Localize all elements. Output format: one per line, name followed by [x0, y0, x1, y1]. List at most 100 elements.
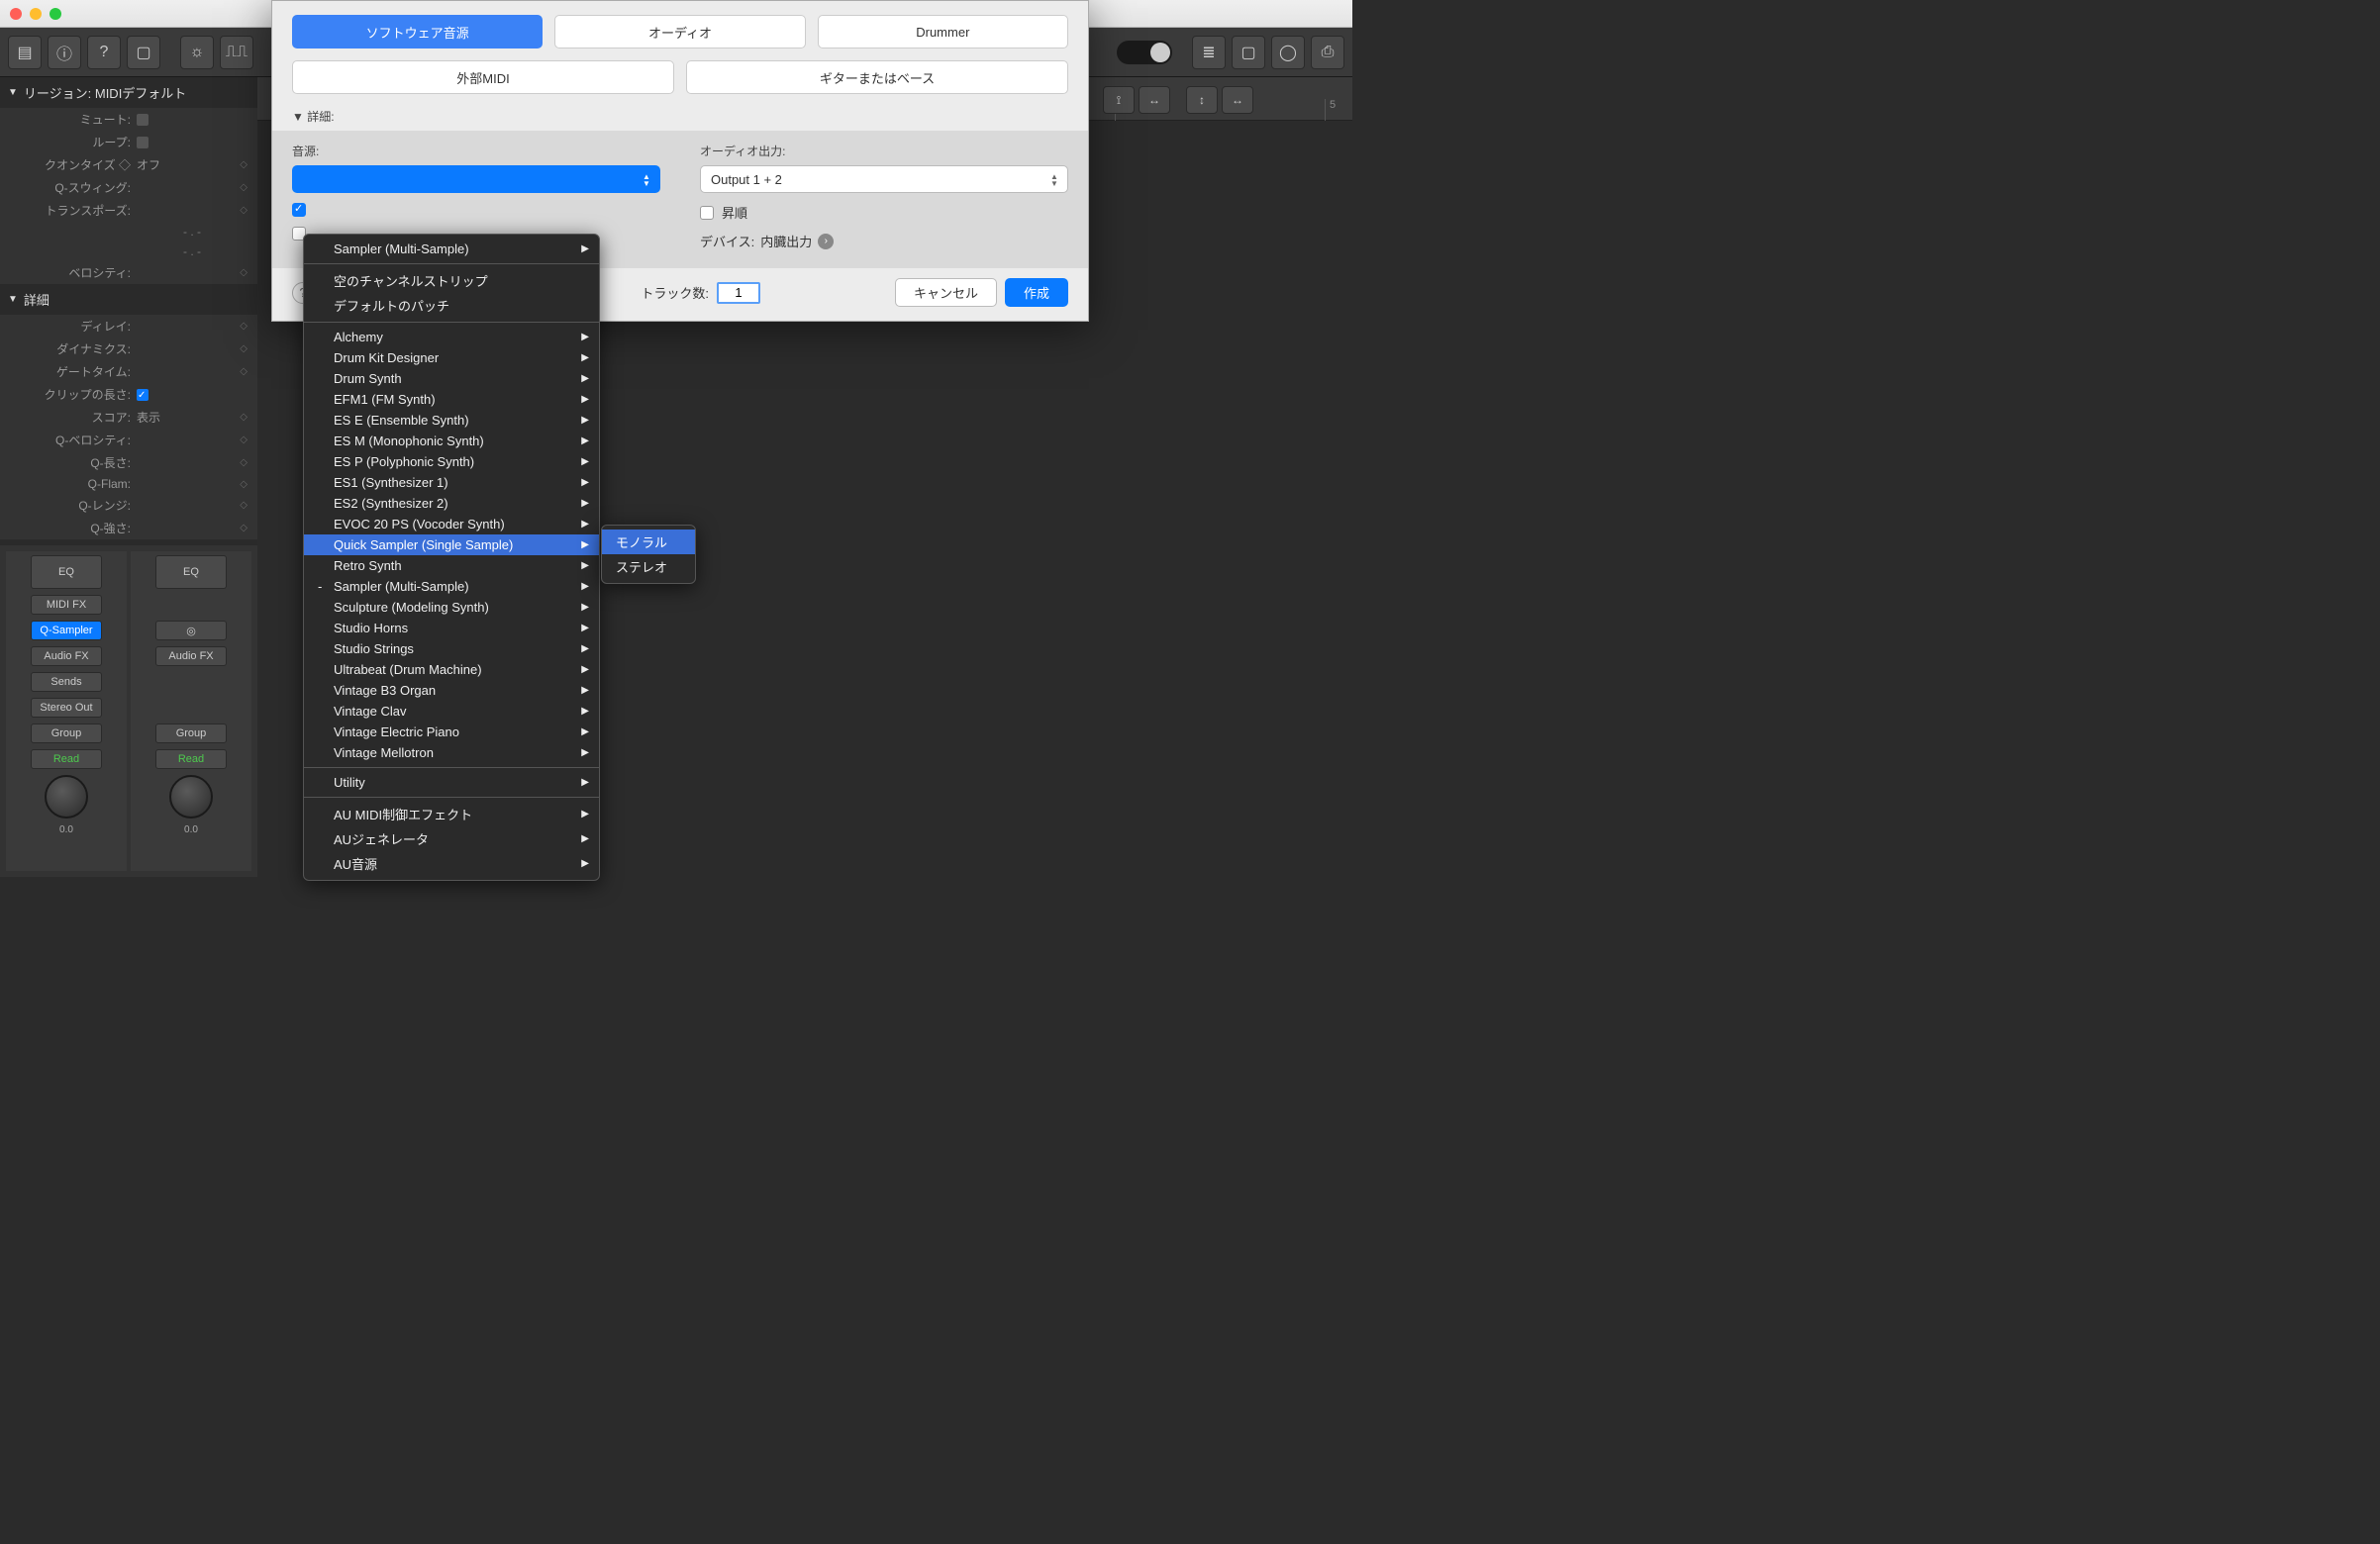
menu-item[interactable]: Quick Sampler (Single Sample)▶: [304, 534, 599, 555]
qvelocity-label: Q-ベロシティ:: [10, 432, 137, 448]
list-button[interactable]: ≣: [1192, 36, 1226, 69]
menu-item[interactable]: Studio Strings▶: [304, 638, 599, 659]
menu-item[interactable]: -Sampler (Multi-Sample)▶: [304, 576, 599, 597]
tab-guitar-bass[interactable]: ギターまたはベース: [686, 60, 1068, 94]
menu-item[interactable]: Vintage Clav▶: [304, 701, 599, 722]
loop-checkbox[interactable]: [137, 137, 149, 148]
group-slot[interactable]: Group: [31, 724, 102, 743]
automation-slot[interactable]: Read: [31, 749, 102, 769]
mute-checkbox[interactable]: [137, 114, 149, 126]
channel-strip-1: EQ MIDI FX Q-Sampler Audio FX Sends Ster…: [6, 551, 127, 871]
menu-item-au-src[interactable]: AU音源▶: [304, 851, 599, 876]
notes-button[interactable]: ▢: [1232, 36, 1265, 69]
menu-item[interactable]: Vintage Mellotron▶: [304, 742, 599, 763]
menu-item[interactable]: Retro Synth▶: [304, 555, 599, 576]
device-go-icon[interactable]: ›: [818, 234, 834, 249]
tracks-count-label: トラック数:: [641, 283, 709, 302]
delay-label: ディレイ:: [10, 318, 137, 335]
automation-slot[interactable]: Read: [155, 749, 227, 769]
output-slot[interactable]: Stereo Out: [31, 698, 102, 718]
pan-knob[interactable]: [45, 775, 88, 819]
menu-item[interactable]: EVOC 20 PS (Vocoder Synth)▶: [304, 514, 599, 534]
mixer-button[interactable]: ⎍⎍: [220, 36, 253, 69]
smart-controls-button[interactable]: ☼: [180, 36, 214, 69]
menu-item[interactable]: Sculpture (Modeling Synth)▶: [304, 597, 599, 618]
menu-item-default-patch[interactable]: デフォルトのパッチ: [304, 293, 599, 318]
submenu-stereo[interactable]: ステレオ: [602, 554, 695, 579]
tab-external-midi[interactable]: 外部MIDI: [292, 60, 674, 94]
hzoom-button[interactable]: ↔: [1139, 86, 1170, 114]
menu-item[interactable]: Sampler (Multi-Sample)▶: [304, 239, 599, 259]
close-icon[interactable]: [10, 8, 22, 20]
menu-item[interactable]: Drum Synth▶: [304, 368, 599, 389]
menu-item[interactable]: Vintage B3 Organ▶: [304, 680, 599, 701]
qswing-label: Q-スウィング:: [10, 179, 137, 196]
menu-item-utility[interactable]: Utility▶: [304, 772, 599, 793]
cliplen-label: クリップの長さ:: [10, 386, 137, 403]
menu-item[interactable]: Alchemy▶: [304, 327, 599, 347]
score-value[interactable]: 表示: [137, 409, 248, 426]
midifx-slot[interactable]: MIDI FX: [31, 595, 102, 615]
menu-item[interactable]: Studio Horns▶: [304, 618, 599, 638]
sends-slot[interactable]: Sends: [31, 672, 102, 692]
menu-item[interactable]: Ultrabeat (Drum Machine)▶: [304, 659, 599, 680]
menu-item[interactable]: ES P (Polyphonic Synth)▶: [304, 451, 599, 472]
eq-slot[interactable]: EQ: [31, 555, 102, 589]
mute-label: ミュート:: [10, 111, 137, 128]
group-slot[interactable]: Group: [155, 724, 227, 743]
submenu-mono[interactable]: モノラル: [602, 530, 695, 554]
library-button[interactable]: ▤: [8, 36, 42, 69]
cancel-button[interactable]: キャンセル: [895, 278, 997, 307]
ascending-checkbox[interactable]: [700, 206, 714, 220]
menu-item[interactable]: EFM1 (FM Synth)▶: [304, 389, 599, 410]
stereo-slot[interactable]: ◎: [155, 621, 227, 640]
menu-item-empty-strip[interactable]: 空のチャンネルストリップ: [304, 268, 599, 293]
window-controls: [10, 8, 61, 20]
help-button[interactable]: ?: [87, 36, 121, 69]
toolbox-button[interactable]: ▢: [127, 36, 160, 69]
create-button[interactable]: 作成: [1005, 278, 1068, 307]
tab-drummer[interactable]: Drummer: [818, 15, 1068, 48]
detail-disclosure[interactable]: ▼ 詳細:: [272, 102, 1088, 131]
cliplen-checkbox[interactable]: [137, 389, 149, 401]
ruler-tick: 5: [1325, 99, 1336, 121]
loops-button[interactable]: ◯: [1271, 36, 1305, 69]
channel-strips: EQ MIDI FX Q-Sampler Audio FX Sends Ster…: [0, 545, 257, 877]
menu-item[interactable]: ES M (Monophonic Synth)▶: [304, 431, 599, 451]
qrange-label: Q-レンジ:: [10, 497, 137, 514]
menu-item[interactable]: ES E (Ensemble Synth)▶: [304, 410, 599, 431]
instrument-popup[interactable]: ▲▼: [292, 165, 660, 193]
low-latency-switch[interactable]: [1117, 41, 1172, 64]
tab-audio[interactable]: オーディオ: [554, 15, 805, 48]
catch-button[interactable]: ⟟: [1103, 86, 1135, 114]
audiofx-slot[interactable]: Audio FX: [31, 646, 102, 666]
pan-knob[interactable]: [169, 775, 213, 819]
score-label: スコア:: [10, 409, 137, 426]
menu-item-au-gen[interactable]: AUジェネレータ▶: [304, 826, 599, 851]
eq-slot[interactable]: EQ: [155, 555, 227, 589]
region-header[interactable]: ▼リージョン: MIDIデフォルト: [0, 77, 257, 108]
hzoom-out-button[interactable]: ↔: [1222, 86, 1253, 114]
output-popup[interactable]: Output 1 + 2 ▲▼: [700, 165, 1068, 193]
open-library-checkbox[interactable]: [292, 203, 306, 217]
quantize-value[interactable]: オフ: [137, 156, 248, 173]
menu-item[interactable]: Drum Kit Designer▶: [304, 347, 599, 368]
dynamics-label: ダイナミクス:: [10, 340, 137, 357]
channel-strip-2: EQ ◎ Audio FX Group Read 0.0: [131, 551, 251, 871]
audiofx-slot[interactable]: Audio FX: [155, 646, 227, 666]
menu-item[interactable]: ES2 (Synthesizer 2)▶: [304, 493, 599, 514]
vzoom-button[interactable]: ↕: [1186, 86, 1218, 114]
media-button[interactable]: ⎙: [1311, 36, 1344, 69]
loop-label: ループ:: [10, 134, 137, 150]
minimize-icon[interactable]: [30, 8, 42, 20]
menu-item[interactable]: ES1 (Synthesizer 1)▶: [304, 472, 599, 493]
tracks-count-input[interactable]: [717, 282, 760, 304]
instrument-slot[interactable]: Q-Sampler: [31, 621, 102, 640]
menu-item-au-midi[interactable]: AU MIDI制御エフェクト▶: [304, 802, 599, 826]
tab-software-instrument[interactable]: ソフトウェア音源: [292, 15, 543, 48]
inspector-sidebar: ▼リージョン: MIDIデフォルト ミュート: ループ: クオンタイズ ◇オフ◇…: [0, 77, 257, 877]
detail-header[interactable]: ▼詳細: [0, 284, 257, 315]
inspector-button[interactable]: ⓘ: [48, 36, 81, 69]
menu-item[interactable]: Vintage Electric Piano▶: [304, 722, 599, 742]
zoom-icon[interactable]: [50, 8, 61, 20]
